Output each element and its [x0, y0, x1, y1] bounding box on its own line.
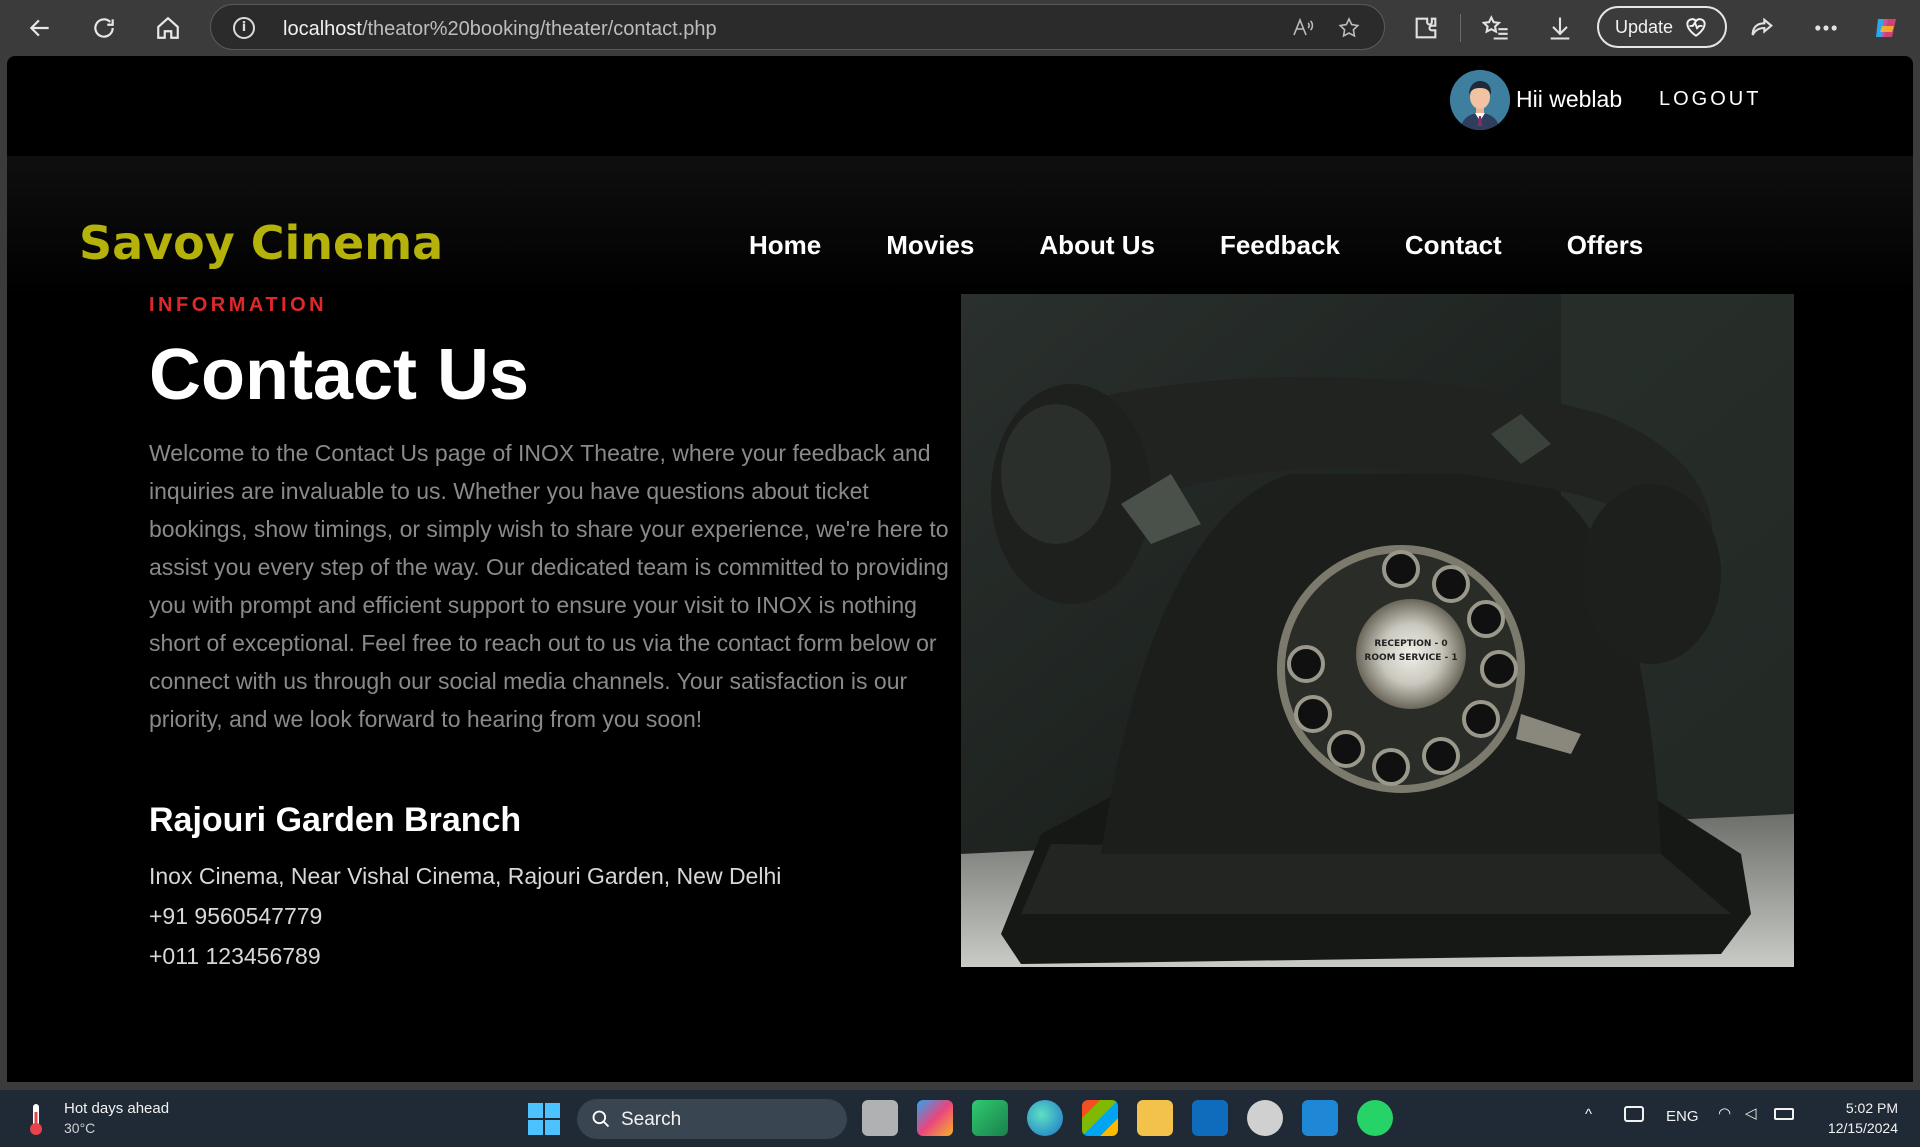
browser-toolbar: i localhost/theator%20booking/theater/co…: [0, 0, 1920, 56]
search-label: Search: [621, 1109, 682, 1130]
search-icon: [592, 1110, 610, 1128]
extensions-icon[interactable]: [1412, 14, 1440, 42]
vintage-telephone-image: RECEPTION - 0 ROOM SERVICE - 1: [961, 294, 1794, 967]
file-explorer-icon[interactable]: [1137, 1100, 1173, 1136]
site-brand-logo[interactable]: Savoy Cinema: [79, 216, 443, 270]
system-clock[interactable]: 5:02 PM 12/15/2024: [1818, 1098, 1898, 1138]
branch-phone-mobile: +91 9560547779: [149, 903, 323, 929]
wifi-icon[interactable]: ◠: [1718, 1104, 1731, 1122]
microsoft-store-icon[interactable]: [1082, 1100, 1118, 1136]
nav-movies[interactable]: Movies: [886, 230, 974, 261]
nav-offers[interactable]: Offers: [1567, 230, 1644, 261]
refresh-icon[interactable]: [86, 10, 122, 46]
read-aloud-icon[interactable]: [1291, 16, 1315, 40]
back-icon[interactable]: [22, 10, 58, 46]
section-label: INFORMATION: [149, 294, 328, 316]
thermometer-icon: [30, 1104, 42, 1135]
widgets-app-icon[interactable]: [972, 1100, 1008, 1136]
edge-browser-icon[interactable]: [1027, 1100, 1063, 1136]
copilot-app-icon[interactable]: [917, 1100, 953, 1136]
address-bar[interactable]: i localhost/theator%20booking/theater/co…: [210, 4, 1385, 50]
heart-pulse-icon: [1686, 18, 1706, 37]
volume-icon[interactable]: ◁: [1745, 1104, 1757, 1122]
site-info-icon[interactable]: i: [233, 17, 255, 39]
user-avatar[interactable]: [1450, 70, 1510, 130]
page-title: Contact Us: [149, 335, 530, 415]
vscode-icon[interactable]: [1302, 1100, 1338, 1136]
branch-phone-landline: +011 123456789: [149, 943, 321, 969]
battery-icon[interactable]: [1774, 1108, 1794, 1120]
branch-contact-details: Inox Cinema, Near Vishal Cinema, Rajouri…: [149, 856, 781, 976]
dial-text-room-service: ROOM SERVICE - 1: [1364, 653, 1457, 663]
nav-contact[interactable]: Contact: [1405, 230, 1502, 261]
start-windows-icon[interactable]: [528, 1103, 560, 1135]
os-taskbar: Hot days ahead 30°C Search ^ ENG ◠ ◁ 5:0…: [0, 1090, 1920, 1147]
toolbar-separator: [1460, 14, 1461, 42]
touch-keyboard-icon[interactable]: [1624, 1106, 1644, 1122]
copilot-icon[interactable]: [1872, 14, 1900, 42]
clock-date: 12/15/2024: [1827, 1120, 1898, 1136]
site-header: Savoy Cinema Home Movies About Us Feedba…: [7, 156, 1913, 296]
home-icon[interactable]: [150, 10, 186, 46]
more-options-icon[interactable]: [1812, 14, 1840, 42]
clock-time: 5:02 PM: [1845, 1100, 1898, 1116]
logout-link[interactable]: LOGOUT: [1659, 88, 1761, 111]
main-nav: Home Movies About Us Feedback Contact Of…: [749, 230, 1708, 261]
update-label: Update: [1615, 16, 1674, 37]
intro-paragraph: Welcome to the Contact Us page of INOX T…: [149, 440, 949, 732]
favorites-list-icon[interactable]: [1481, 14, 1510, 42]
branch-address: Inox Cinema, Near Vishal Cinema, Rajouri…: [149, 863, 782, 889]
user-bar: Hii weblab LOGOUT: [7, 56, 1913, 156]
favorite-star-icon[interactable]: [1337, 16, 1361, 40]
page-viewport: Hii weblab LOGOUT Savoy Cinema Home Movi…: [7, 56, 1913, 1082]
whatsapp-icon[interactable]: [1357, 1100, 1393, 1136]
weather-temp: 30°C: [64, 1120, 96, 1136]
language-indicator[interactable]: ENG: [1666, 1108, 1699, 1125]
downloads-icon[interactable]: [1546, 14, 1574, 42]
nav-about-us[interactable]: About Us: [1039, 230, 1155, 261]
weather-title: Hot days ahead: [64, 1100, 170, 1117]
nav-feedback[interactable]: Feedback: [1220, 230, 1340, 261]
nav-home[interactable]: Home: [749, 230, 821, 261]
share-icon[interactable]: [1748, 14, 1776, 42]
outlook-icon[interactable]: [1192, 1100, 1228, 1136]
user-greeting: Hii weblab: [1516, 86, 1623, 112]
url-text[interactable]: localhost/theator%20booking/theater/cont…: [283, 18, 717, 41]
dial-text-reception: RECEPTION - 0: [1374, 639, 1447, 649]
branch-name: Rajouri Garden Branch: [149, 801, 522, 839]
task-view-icon[interactable]: [862, 1100, 898, 1136]
tray-chevron-up-icon[interactable]: ^: [1585, 1106, 1592, 1123]
taskbar-search[interactable]: Search: [577, 1099, 847, 1139]
update-button[interactable]: Update: [1597, 6, 1727, 48]
app-icon-round[interactable]: [1247, 1100, 1283, 1136]
